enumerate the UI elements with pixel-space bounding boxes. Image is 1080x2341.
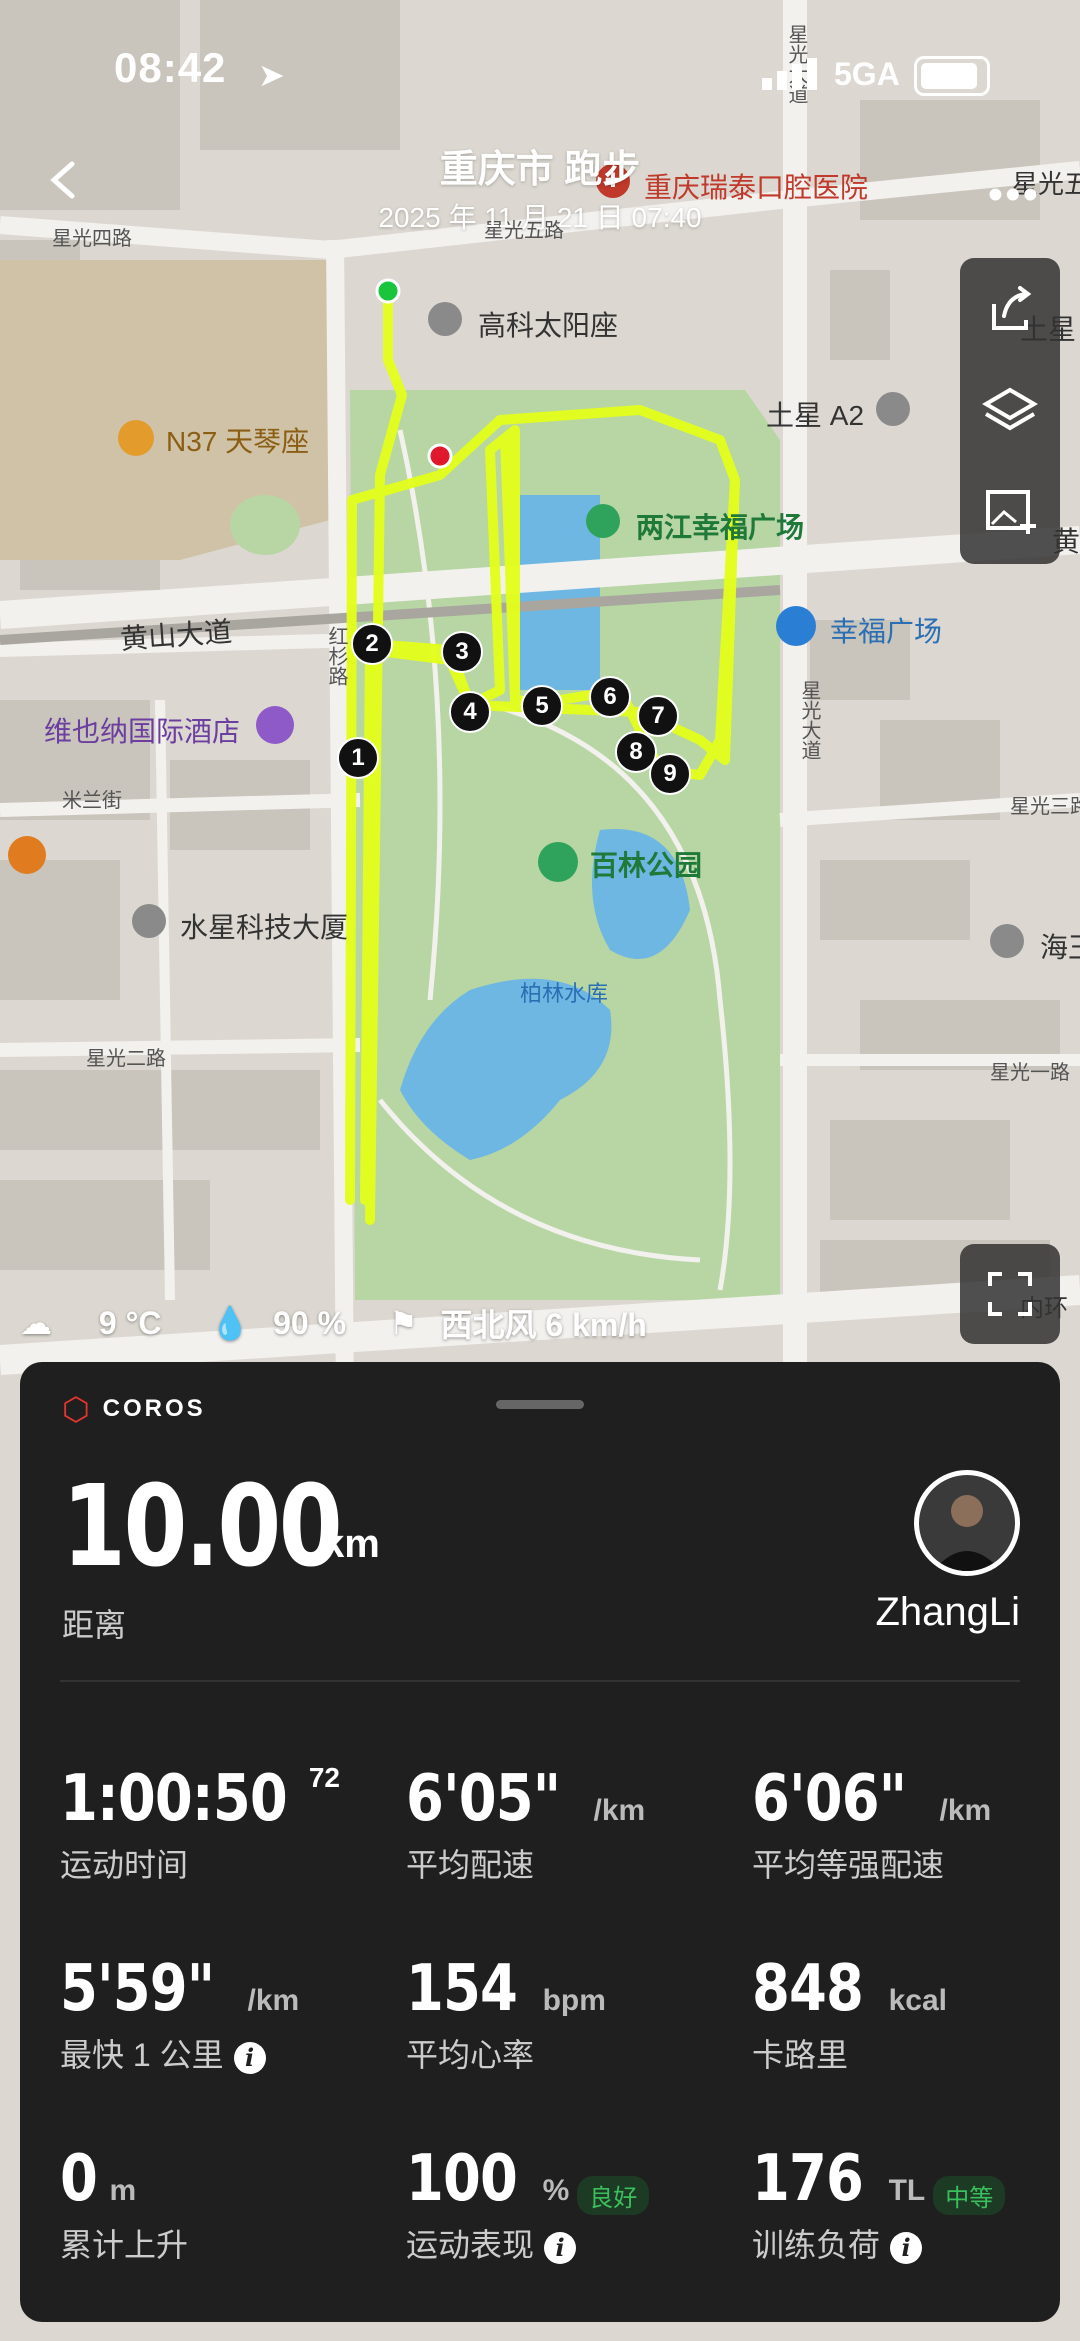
weather-bar: ☁ 9 °C 💧 90 % ⚑ 西北风 6 km/h <box>20 1300 647 1350</box>
network-label: 5GA <box>834 56 900 92</box>
poi-label[interactable]: 两江幸福广场 <box>636 506 804 546</box>
poi-label[interactable]: N37 天琴座 <box>166 420 309 460</box>
stat-avg-heart-rate: 154 bpm 平均心率 <box>406 1952 606 2073</box>
road-label: 星光一路 <box>990 1062 1070 1084</box>
fullscreen-icon <box>988 1272 1032 1316</box>
stat-calories: 848 kcal 卡路里 <box>752 1952 947 2073</box>
poi-label[interactable]: 水星科技大厦 <box>180 906 348 946</box>
activity-datetime: 2025 年 11 月 21 日 07:40 <box>378 202 702 233</box>
poi-label[interactable]: 海王 <box>1040 926 1080 966</box>
stat-avg-grade-pace: 6'06"/km 平均等强配速 <box>752 1762 992 1883</box>
wind-icon: ⚑ <box>388 1305 418 1341</box>
split-marker[interactable]: 1 <box>337 737 379 779</box>
status-badge: 良好 <box>577 2176 650 2216</box>
stat-elevation-gain: 0m 累计上升 <box>60 2142 189 2263</box>
water-label: 柏林水库 <box>520 981 609 1006</box>
restaurant-icon[interactable] <box>8 836 46 874</box>
fullscreen-button[interactable] <box>960 1244 1060 1344</box>
page-title: 重庆市 跑步 <box>439 149 641 191</box>
road-label: 星光大道 <box>798 680 820 760</box>
layers-icon <box>982 387 1038 431</box>
wind: 西北风 6 km/h <box>440 1307 647 1343</box>
stat-performance: 100% 良好 运动表现 i <box>406 2142 650 2266</box>
park-icon[interactable] <box>586 504 620 538</box>
split-marker[interactable]: 4 <box>449 691 491 733</box>
status-badge: 中等 <box>933 2176 1006 2216</box>
username: ZhangLi <box>875 1590 1020 1634</box>
map-tool-panel <box>960 258 1060 564</box>
distance-label: 距离 <box>62 1607 127 1643</box>
building-icon[interactable] <box>132 904 166 938</box>
split-marker[interactable]: 2 <box>351 623 393 665</box>
add-image-icon <box>986 490 1036 534</box>
info-icon[interactable]: i <box>890 2231 923 2264</box>
more-options-button[interactable]: ••• <box>988 170 1040 220</box>
activity-summary-card: ⬡ COROS 10.00 km 距离 ZhangLi 1:00:50 72 运动… <box>20 1362 1060 2322</box>
road-label: 红杉路 <box>325 626 347 686</box>
building-icon[interactable] <box>118 420 154 456</box>
stat-training-load: 176 TL 中等 训练负荷 i <box>752 2142 1006 2266</box>
road-label: 黄山大道 <box>119 616 234 655</box>
road-label: 星光二路 <box>86 1048 166 1070</box>
temperature: 9 °C <box>98 1304 162 1341</box>
add-photo-button[interactable] <box>960 462 1060 562</box>
info-icon[interactable]: i <box>544 2231 577 2264</box>
hotel-icon[interactable] <box>256 706 294 744</box>
share-icon <box>992 286 1032 330</box>
metro-icon[interactable] <box>776 606 816 646</box>
drag-handle[interactable] <box>496 1400 584 1409</box>
road-label: 星光三路 <box>1010 796 1080 818</box>
split-marker[interactable]: 9 <box>649 753 691 795</box>
split-marker[interactable]: 3 <box>441 631 483 673</box>
signal-icon <box>762 58 818 95</box>
park-icon[interactable] <box>538 842 578 882</box>
share-button[interactable] <box>960 260 1060 360</box>
split-marker[interactable]: 7 <box>637 695 679 737</box>
info-icon[interactable]: i <box>233 2041 266 2074</box>
building-icon[interactable] <box>990 924 1024 958</box>
poi-label[interactable]: 幸福广场 <box>830 610 942 650</box>
distance-value: 10.00 <box>62 1462 343 1592</box>
poi-label[interactable]: 百林公园 <box>590 844 702 884</box>
map-layers-button[interactable] <box>960 362 1060 462</box>
location-arrow-icon: ➤ <box>258 57 285 93</box>
status-time: 08:42 <box>114 44 227 91</box>
humidity-icon: 💧 <box>210 1305 251 1341</box>
poi-label[interactable]: 维也纳国际酒店 <box>44 710 240 750</box>
poi-label[interactable]: 高科太阳座 <box>478 304 618 344</box>
stat-avg-pace: 6'05"/km 平均配速 <box>406 1762 646 1883</box>
humidity: 90 % <box>273 1304 347 1341</box>
split-marker[interactable]: 5 <box>521 685 563 727</box>
poi-label[interactable]: 土星 A2 <box>766 394 864 434</box>
stat-duration: 1:00:50 72 运动时间 <box>60 1762 340 1883</box>
battery-icon <box>914 56 990 96</box>
avatar[interactable] <box>914 1470 1020 1576</box>
distance-unit: km <box>322 1522 380 1566</box>
building-icon[interactable] <box>876 392 910 426</box>
stat-fastest-km: 5'59"/km 最快 1 公里 i <box>60 1952 300 2074</box>
brand-logo: ⬡ COROS <box>62 1391 206 1427</box>
building-icon[interactable] <box>428 302 462 336</box>
divider <box>60 1680 1020 1682</box>
split-marker[interactable]: 6 <box>589 676 631 718</box>
fog-icon: ☁ <box>20 1305 52 1341</box>
road-label: 米兰街 <box>62 790 122 812</box>
